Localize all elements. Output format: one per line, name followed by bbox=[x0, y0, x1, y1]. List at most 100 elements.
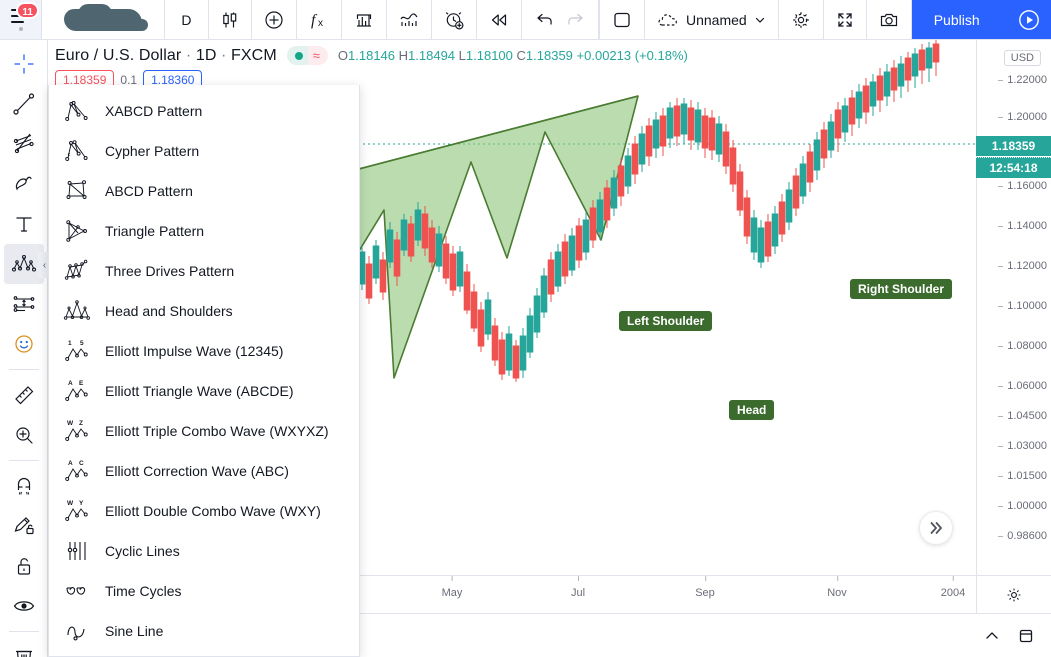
fx-icon: f x bbox=[311, 12, 323, 29]
pencil-lock-icon bbox=[14, 517, 34, 535]
save-layout-button[interactable]: Unnamed bbox=[645, 0, 779, 39]
alert-button[interactable] bbox=[432, 0, 477, 39]
sidebar-item-fib-retracement[interactable] bbox=[4, 124, 44, 164]
sidebar-item-text[interactable] bbox=[4, 204, 44, 244]
eye-icon bbox=[13, 601, 34, 611]
fx-indicators-button[interactable]: f x bbox=[297, 0, 342, 39]
fullscreen-button[interactable] bbox=[824, 0, 867, 39]
head-and-shoulders-icon bbox=[63, 297, 91, 325]
sidebar-item-emoji[interactable] bbox=[4, 324, 44, 364]
symbol-search-logo[interactable] bbox=[42, 0, 165, 39]
legend-ohlc-values: O1.18146 H1.18494 L1.18100 C1.18359 +0.0… bbox=[338, 48, 688, 63]
alarm-clock-icon bbox=[445, 11, 464, 30]
rewind-icon bbox=[491, 13, 507, 26]
legend-symbol-title[interactable]: Euro / U.S. Dollar · 1D · FXCM bbox=[55, 47, 277, 65]
pattern-label-head[interactable]: Head bbox=[729, 400, 775, 420]
currency-chip[interactable]: USD bbox=[1003, 50, 1041, 66]
menu-item-elliott-correction-wave[interactable]: A C Elliott Correction Wave (ABC) bbox=[49, 451, 359, 491]
main-menu-button[interactable]: 11 bbox=[0, 0, 42, 39]
snapshot-button[interactable] bbox=[867, 0, 912, 39]
chevron-double-right-icon bbox=[930, 522, 942, 534]
pattern-label-left-shoulder[interactable]: Left Shoulder bbox=[619, 311, 713, 331]
notification-badge[interactable]: 11 bbox=[16, 2, 39, 19]
menu-item-time-cycles[interactable]: Time Cycles bbox=[49, 571, 359, 611]
timeframe-selector[interactable]: D bbox=[165, 0, 209, 39]
price-tick: 1.03000 bbox=[998, 440, 1047, 452]
sidebar-item-remove-drawings[interactable] bbox=[4, 637, 44, 657]
time-tick: Sep bbox=[695, 576, 715, 599]
menu-item-elliott-double-combo-wave[interactable]: W Y Elliott Double Combo Wave (WXY) bbox=[49, 491, 359, 531]
sidebar-item-stay-in-drawing-mode[interactable] bbox=[4, 506, 44, 546]
settings-button[interactable] bbox=[779, 0, 824, 39]
menu-item-label: Cypher Pattern bbox=[105, 143, 200, 159]
pattern-label-right-shoulder[interactable]: Right Shoulder bbox=[850, 279, 952, 299]
chart-type-button[interactable] bbox=[209, 0, 252, 39]
bottom-panel-controls bbox=[983, 614, 1051, 657]
elliott-correction-wave-icon: A C bbox=[63, 457, 91, 485]
layout-select-button[interactable] bbox=[600, 0, 645, 39]
market-status-pill[interactable]: ≈ bbox=[286, 46, 328, 65]
ruler-icon bbox=[14, 386, 33, 405]
menu-item-cyclic-lines[interactable]: Cyclic Lines bbox=[49, 531, 359, 571]
market-open-indicator bbox=[286, 46, 308, 65]
undo-icon bbox=[537, 13, 552, 25]
bar-chart-button[interactable] bbox=[342, 0, 387, 39]
publish-button[interactable]: Publish bbox=[911, 0, 1003, 39]
sidebar-item-magnet[interactable] bbox=[4, 466, 44, 506]
camera-icon bbox=[880, 13, 897, 26]
line-chart-button[interactable] bbox=[387, 0, 432, 39]
menu-item-cypher-pattern[interactable]: c Cypher Pattern bbox=[49, 131, 359, 171]
menu-item-elliott-impulse-wave[interactable]: 1 5 Elliott Impulse Wave (12345) bbox=[49, 331, 359, 371]
scroll-to-realtime-button[interactable] bbox=[919, 511, 953, 545]
menu-item-xabcd-pattern[interactable]: XABCD Pattern bbox=[49, 91, 359, 131]
sidebar-item-prediction[interactable] bbox=[4, 284, 44, 324]
ohlc-c-value: 1.18359 bbox=[525, 48, 573, 63]
svg-text:1: 1 bbox=[68, 340, 72, 347]
menu-item-elliott-triangle-wave[interactable]: A E Elliott Triangle Wave (ABCDE) bbox=[49, 371, 359, 411]
top-toolbar: 11 D f x Unnamed Publish bbox=[0, 0, 1051, 40]
menu-item-label: Elliott Impulse Wave (12345) bbox=[105, 343, 284, 359]
sidebar-item-measure[interactable] bbox=[4, 375, 44, 415]
sidebar-item-crosshair[interactable] bbox=[4, 44, 44, 84]
menu-item-head-and-shoulders[interactable]: Head and Shoulders bbox=[49, 291, 359, 331]
replay-button[interactable] bbox=[477, 0, 522, 39]
sidebar-item-zoom-in[interactable] bbox=[4, 415, 44, 455]
sidebar-item-patterns[interactable]: ‹ bbox=[3, 244, 52, 284]
svg-text:f: f bbox=[311, 12, 318, 29]
text-icon bbox=[15, 217, 32, 232]
sidebar-item-lock-drawings[interactable] bbox=[4, 546, 44, 586]
price-tick: 1.01500 bbox=[998, 470, 1047, 482]
drawing-toolbar: ‹ bbox=[0, 40, 52, 657]
undo-button[interactable] bbox=[522, 0, 560, 39]
tradingview-app: 11 D f x Unnamed Publish ‹ Left Shoulder… bbox=[0, 0, 1051, 657]
sidebar-item-hide-drawings[interactable] bbox=[4, 586, 44, 626]
price-tick: 1.14000 bbox=[998, 220, 1047, 232]
expand-panel-button[interactable] bbox=[983, 627, 1001, 645]
menu-item-label: Cyclic Lines bbox=[105, 543, 180, 559]
time-tick: 2004 bbox=[940, 576, 966, 599]
redo-icon bbox=[568, 13, 583, 25]
price-scale[interactable]: USD 1.22000 1.20000 1.16000 1.14000 1.12… bbox=[976, 40, 1051, 575]
toolbar-divider-1 bbox=[8, 369, 39, 370]
redo-button[interactable] bbox=[560, 0, 599, 39]
menu-item-elliott-triple-combo-wave[interactable]: W Z Elliott Triple Combo Wave (WXYXZ) bbox=[49, 411, 359, 451]
candles-icon bbox=[223, 12, 237, 27]
go-live-button[interactable] bbox=[1002, 0, 1051, 39]
add-indicator-button[interactable] bbox=[252, 0, 297, 39]
toolbar-divider-3 bbox=[8, 631, 39, 632]
menu-item-three-drives-pattern[interactable]: Three Drives Pattern bbox=[49, 251, 359, 291]
three-drives-pattern-icon bbox=[63, 257, 91, 285]
time-scale-settings-button[interactable] bbox=[976, 576, 1051, 613]
sidebar-item-trend-line[interactable] bbox=[4, 84, 44, 124]
time-tick: May bbox=[441, 576, 463, 599]
line-chart-icon bbox=[400, 12, 418, 26]
magnet-icon bbox=[17, 477, 30, 495]
maximize-panel-button[interactable] bbox=[1017, 627, 1035, 645]
menu-item-label: XABCD Pattern bbox=[105, 103, 203, 119]
xabcd-pattern-icon bbox=[63, 97, 91, 125]
menu-item-triangle-pattern[interactable]: Triangle Pattern bbox=[49, 211, 359, 251]
menu-item-label: Elliott Correction Wave (ABC) bbox=[105, 463, 289, 479]
menu-item-sine-line[interactable]: Sine Line bbox=[49, 611, 359, 651]
menu-item-abcd-pattern[interactable]: ABCD Pattern bbox=[49, 171, 359, 211]
sidebar-item-brush[interactable] bbox=[4, 164, 44, 204]
